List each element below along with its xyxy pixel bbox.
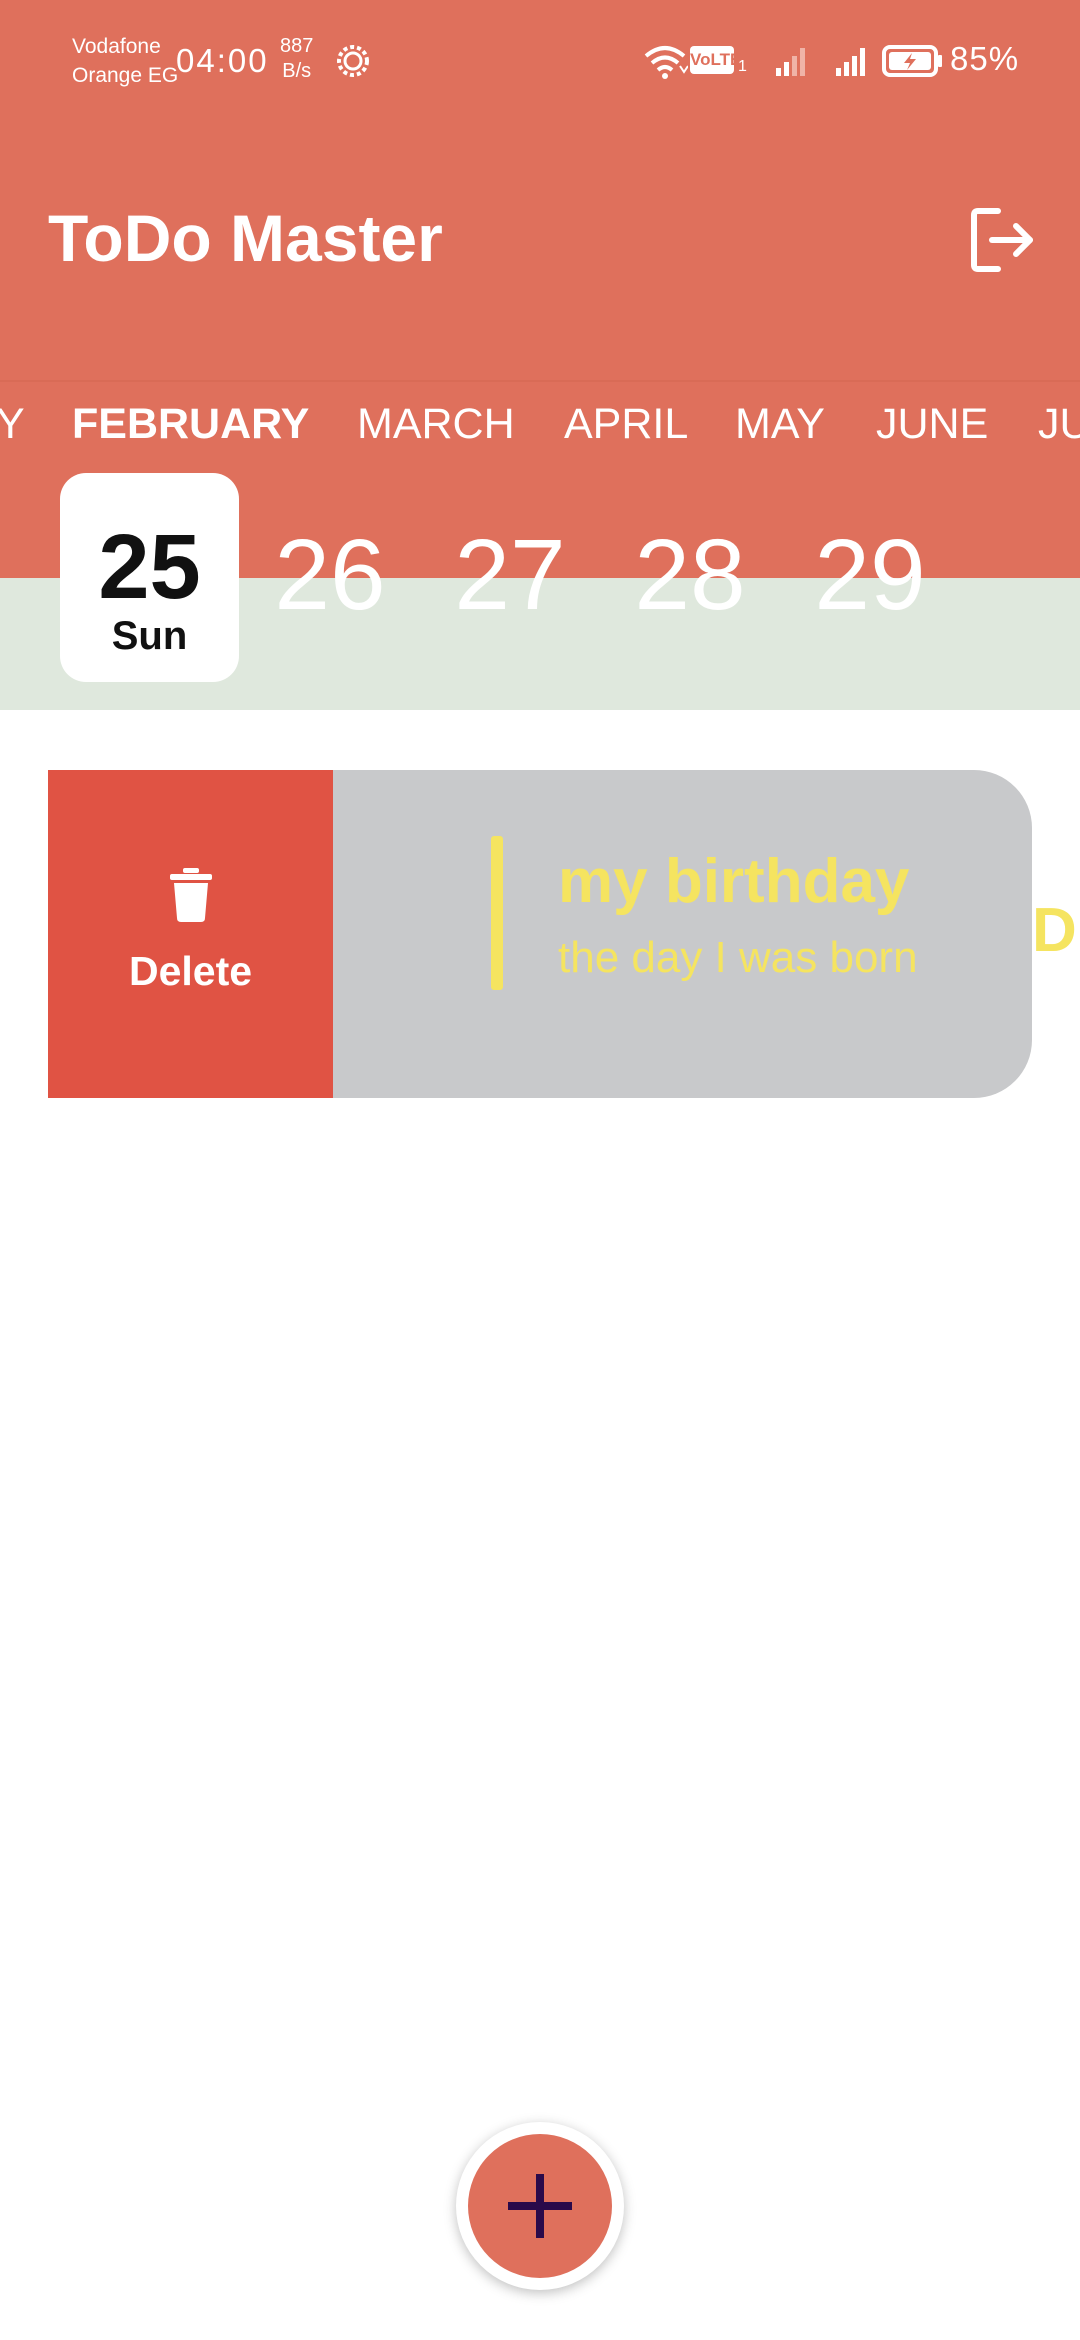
month-item-may[interactable]: MAY (735, 400, 825, 449)
volte-badge: VoLTE (690, 46, 742, 74)
day-item[interactable]: 27 (420, 470, 600, 680)
day-item[interactable]: 26 (240, 470, 420, 680)
network-speed: 887 B/s (280, 34, 313, 84)
status-bar: Vodafone Orange EG 04:00 887 B/s VoLTE 1 (0, 0, 1080, 125)
month-item-prev[interactable]: Y (0, 400, 25, 449)
app-title: ToDo Master (48, 201, 443, 275)
volte-label: VoLTE (690, 50, 742, 69)
carrier-info: Vodafone Orange EG (72, 32, 178, 90)
plus-icon (508, 2174, 572, 2238)
selected-day-card[interactable]: 25 Sun (60, 473, 239, 682)
task-accent-bar (491, 836, 503, 990)
header-divider (0, 380, 1080, 382)
day-item[interactable]: 28 (600, 470, 780, 680)
carrier-line-2: Orange EG (72, 64, 179, 87)
day-item[interactable]: 4 (0, 470, 30, 680)
trash-icon (170, 868, 212, 922)
status-time: 04:00 (176, 42, 269, 79)
battery-charging-icon (882, 45, 942, 77)
carrier-line-1: Vodafone (72, 35, 161, 58)
task-title: my birthday (558, 847, 910, 916)
month-item-june[interactable]: JUNE (876, 400, 988, 449)
task-description: the day I was born (558, 933, 918, 982)
task-card[interactable]: my birthday the day I was born (333, 770, 1032, 1098)
signal-strong-icon (836, 48, 865, 76)
logout-button[interactable] (968, 205, 1038, 275)
month-selector: Y FEBRUARY MARCH APRIL MAY JUNE JU (0, 392, 1080, 462)
right-swipe-action-peek[interactable]: D (1032, 895, 1080, 966)
month-item-april[interactable]: APRIL (564, 400, 688, 449)
delete-label: Delete (128, 948, 253, 994)
signal-weak-icon (776, 48, 805, 76)
wifi-icon (644, 46, 688, 79)
network-speed-value: 887 (280, 35, 314, 57)
settings-gear-icon (337, 45, 369, 77)
network-speed-unit: B/s (282, 60, 312, 82)
logout-icon (971, 208, 1033, 272)
delete-action-button[interactable]: Delete (48, 770, 333, 1098)
selected-day-number: 25 (98, 516, 201, 618)
add-task-button[interactable] (468, 2134, 612, 2278)
month-item-february[interactable]: FEBRUARY (72, 400, 309, 449)
day-item[interactable]: 29 (780, 470, 960, 680)
sim-index: 1 (738, 58, 747, 75)
battery-percentage: 85% (950, 40, 1020, 77)
task-list-item[interactable]: Delete my birthday the day I was born (48, 770, 1032, 1098)
selected-day-weekday: Sun (111, 614, 188, 658)
month-item-july[interactable]: JU (1038, 400, 1080, 449)
month-item-march[interactable]: MARCH (357, 400, 515, 449)
